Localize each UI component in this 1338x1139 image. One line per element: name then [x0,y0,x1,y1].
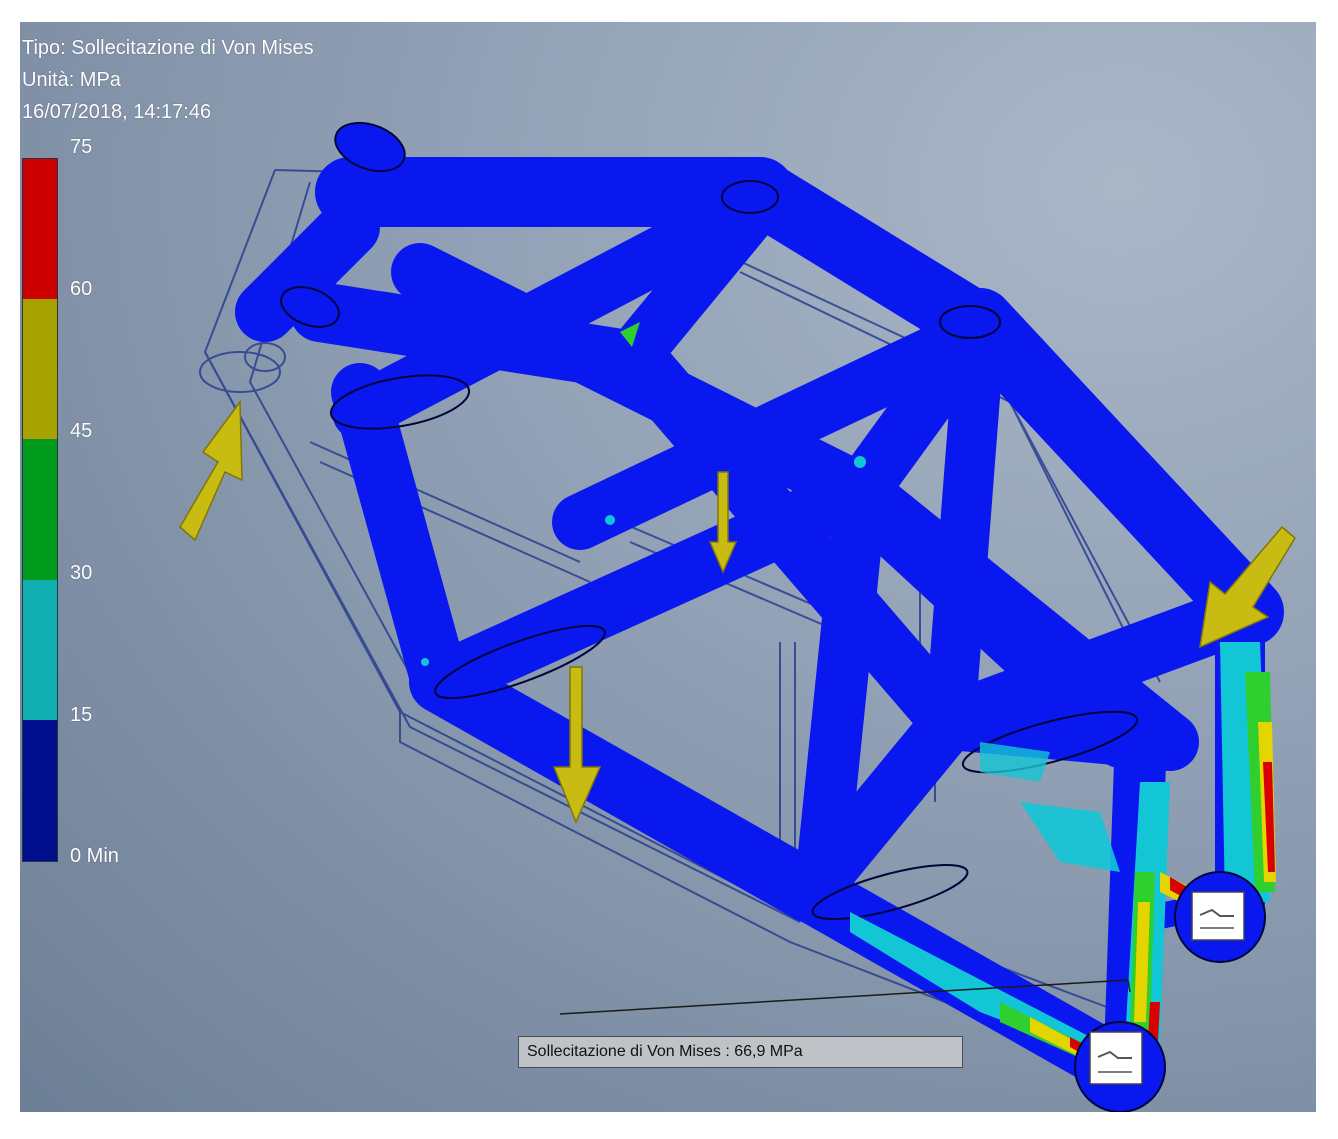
legend-tick: 45 [70,420,93,442]
fixed-constraint-icon [1191,891,1245,941]
timestamp-label: 16/07/2018, 14:17:46 [22,101,212,123]
legend-tick: 15 [70,704,93,726]
unit-label: Unità: MPa [22,69,121,91]
fixed-constraint-icon [1089,1031,1143,1085]
legend-band [23,159,57,299]
legend-band [23,439,57,580]
fixed-constraint-rear[interactable] [1174,871,1266,963]
load-arrow-icon[interactable] [179,399,243,542]
frame-members [235,157,1284,1092]
legend-tick: 75 [70,136,93,158]
fixed-constraint-front[interactable] [1074,1021,1166,1112]
3d-viewport[interactable]: Tipo: Sollecitazione di Von Mises Unità:… [20,22,1316,1112]
probe-value-label[interactable]: Sollecitazione di Von Mises : 66,9 MPa [518,1036,963,1068]
legend-band [23,580,57,720]
legend-band [23,299,57,439]
color-legend-bar [22,158,58,862]
result-type-label: Tipo: Sollecitazione di Von Mises [22,37,314,59]
legend-tick: 0 Min [70,845,119,867]
legend-tick: 60 [70,278,93,300]
legend-band [23,720,57,861]
stress-model-view[interactable] [20,22,1316,1112]
legend-tick: 30 [70,562,93,584]
